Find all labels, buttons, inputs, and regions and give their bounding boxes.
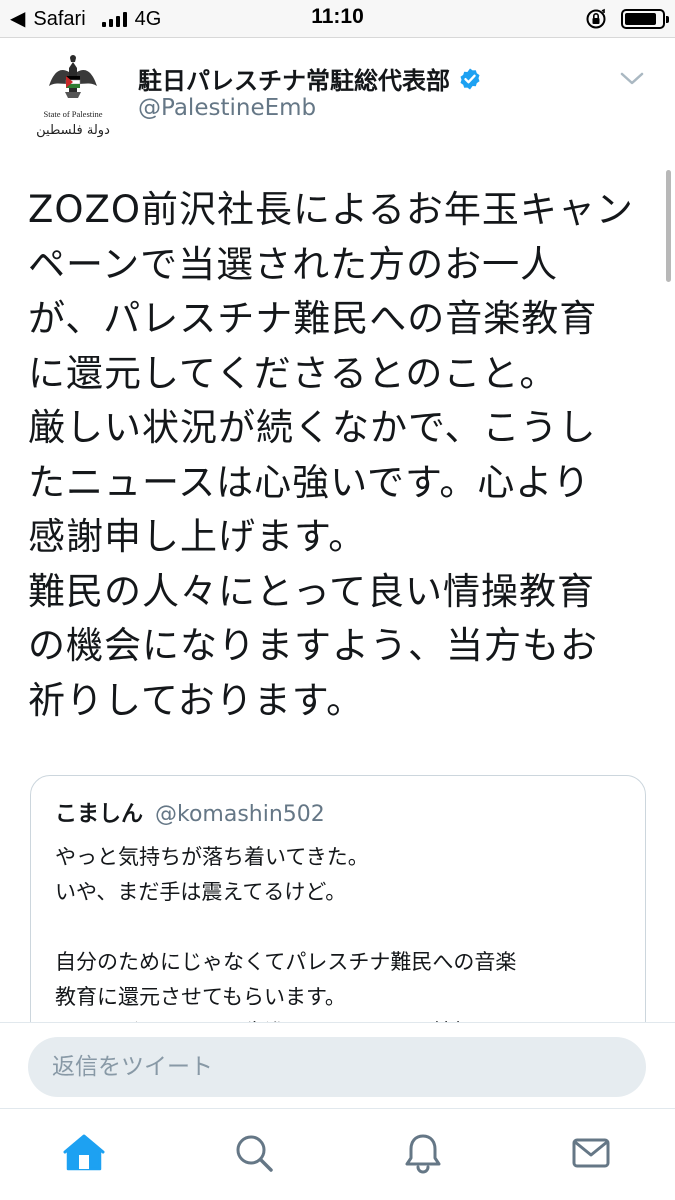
tweet-line: たニュースは心強いです。心より (28, 460, 591, 504)
quote-line: いや、まだ手は震えてるけど。 (55, 880, 347, 904)
tweet-line: ペーンで当選された方のお一人 (28, 242, 559, 286)
quote-author-name: こましん (55, 802, 144, 827)
author-handle[interactable]: @PalestineEmb (138, 95, 316, 121)
reply-bar (0, 1022, 675, 1108)
tweet-line: に還元してくださるとのこと。 (28, 351, 558, 395)
tweet-line: が、パレスチナ難民への音楽教育 (28, 297, 598, 340)
tweet-line: 祈りしております。 (28, 678, 365, 722)
quote-line: やっと気持ちが落ち着いてきた。 (55, 845, 369, 869)
nav-search[interactable] (232, 1131, 276, 1175)
tweet-line: 厳しい状況が続くなかで、こうし (28, 406, 597, 449)
quote-text: やっと気持ちが落ち着いてきた。 いや、まだ手は震えてるけど。 自分のためにじゃな… (55, 840, 625, 1050)
tweet-line: 感謝申し上げます。 (28, 515, 367, 558)
status-time: 11:10 (311, 5, 364, 28)
avatar-caption: State of Palestine (43, 109, 102, 119)
quote-line: 教育に還元させてもらいます。 (55, 985, 346, 1009)
notifications-icon[interactable] (401, 1131, 445, 1175)
avatar[interactable]: State of Palestine دولة فلسطين (26, 52, 120, 146)
tweet-line: ZOZO前沢社長によるお年玉キャン (28, 188, 634, 231)
quote-header: こましん @komashin502 (55, 796, 325, 828)
avatar-arabic: دولة فلسطين (36, 123, 110, 138)
tweet-line: の機会になりますよう、当方もお (28, 624, 598, 667)
author-name[interactable]: 駐日パレスチナ常駐総代表部 (138, 61, 450, 96)
quote-author-handle: @komashin502 (155, 802, 325, 827)
messages-icon[interactable] (569, 1131, 613, 1175)
nav-notifications[interactable] (401, 1131, 445, 1175)
orientation-lock-icon (586, 8, 606, 29)
scrollbar[interactable] (666, 170, 671, 282)
quote-line (55, 910, 625, 945)
status-right (585, 6, 669, 32)
verified-badge-icon (460, 68, 480, 89)
nav-home[interactable] (62, 1131, 106, 1175)
nav-messages[interactable] (569, 1131, 613, 1175)
reply-input[interactable] (28, 1037, 646, 1097)
battery-icon (621, 9, 669, 29)
tweet-text: ZOZO前沢社長によるお年玉キャン ペーンで当選された方のお一人 が、パレスチナ… (28, 183, 653, 728)
home-icon[interactable] (62, 1131, 106, 1175)
status-bar: ◀ Safari 4G 11:10 (0, 0, 675, 38)
battery-fill (625, 13, 656, 25)
bottom-nav (0, 1108, 675, 1200)
tweet-line: 難民の人々にとって良い情操教育 (28, 569, 596, 613)
chevron-down-icon[interactable] (619, 70, 645, 88)
search-icon[interactable] (232, 1131, 276, 1175)
quote-line: 自分のためにじゃなくてパレスチナ難民への音楽 (55, 950, 517, 974)
author-name-row[interactable]: 駐日パレスチナ常駐総代表部 (138, 61, 482, 96)
